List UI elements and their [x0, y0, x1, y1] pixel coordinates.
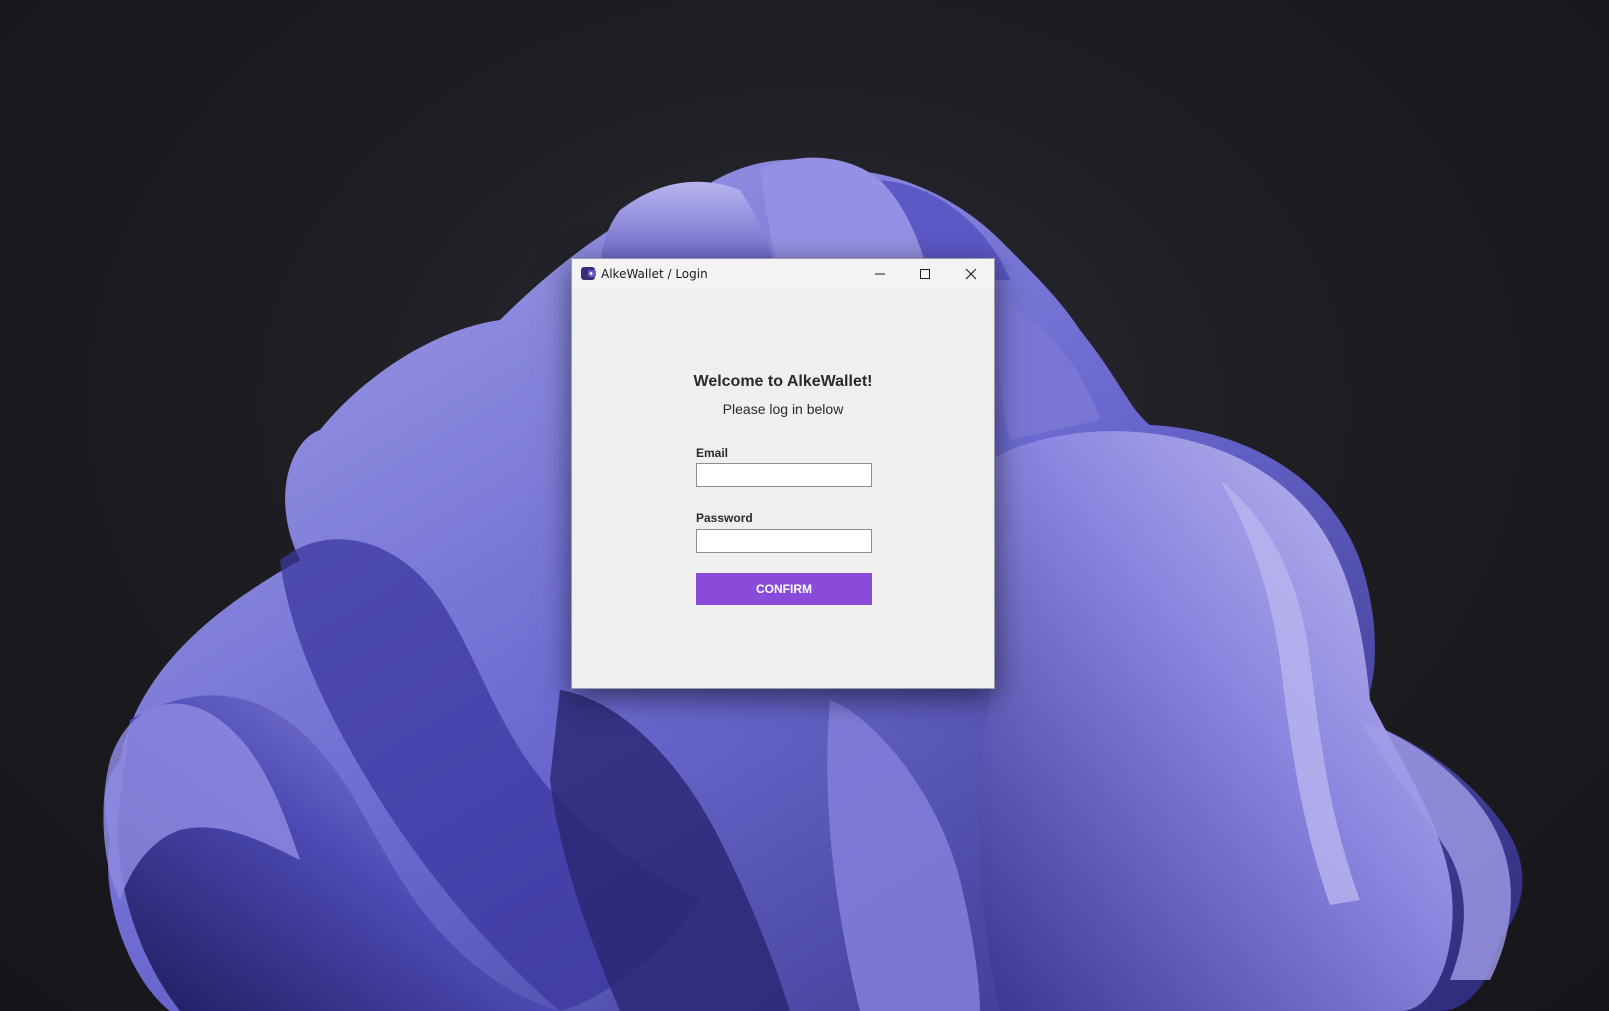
minimize-button[interactable] — [858, 259, 902, 289]
maximize-icon — [920, 269, 930, 279]
welcome-heading: Welcome to AlkeWallet! — [693, 373, 873, 390]
desktop: AlkeWallet / Login Welcome to AlkeWallet… — [0, 0, 1609, 1011]
email-field[interactable] — [696, 463, 872, 487]
password-field[interactable] — [696, 529, 872, 553]
login-form: Welcome to AlkeWallet! Please log in bel… — [572, 289, 994, 689]
minimize-icon — [875, 273, 885, 275]
close-icon — [965, 268, 977, 280]
email-label: Email — [696, 446, 729, 460]
maximize-button[interactable] — [903, 259, 947, 289]
window-title: AlkeWallet / Login — [601, 267, 708, 281]
login-subtitle: Please log in below — [722, 401, 844, 417]
password-label: Password — [696, 511, 753, 525]
login-window: AlkeWallet / Login Welcome to AlkeWallet… — [571, 258, 995, 689]
window-titlebar[interactable]: AlkeWallet / Login — [572, 259, 994, 289]
confirm-button[interactable]: CONFIRM — [696, 573, 872, 605]
close-button[interactable] — [949, 259, 993, 289]
wallet-icon — [581, 267, 596, 280]
